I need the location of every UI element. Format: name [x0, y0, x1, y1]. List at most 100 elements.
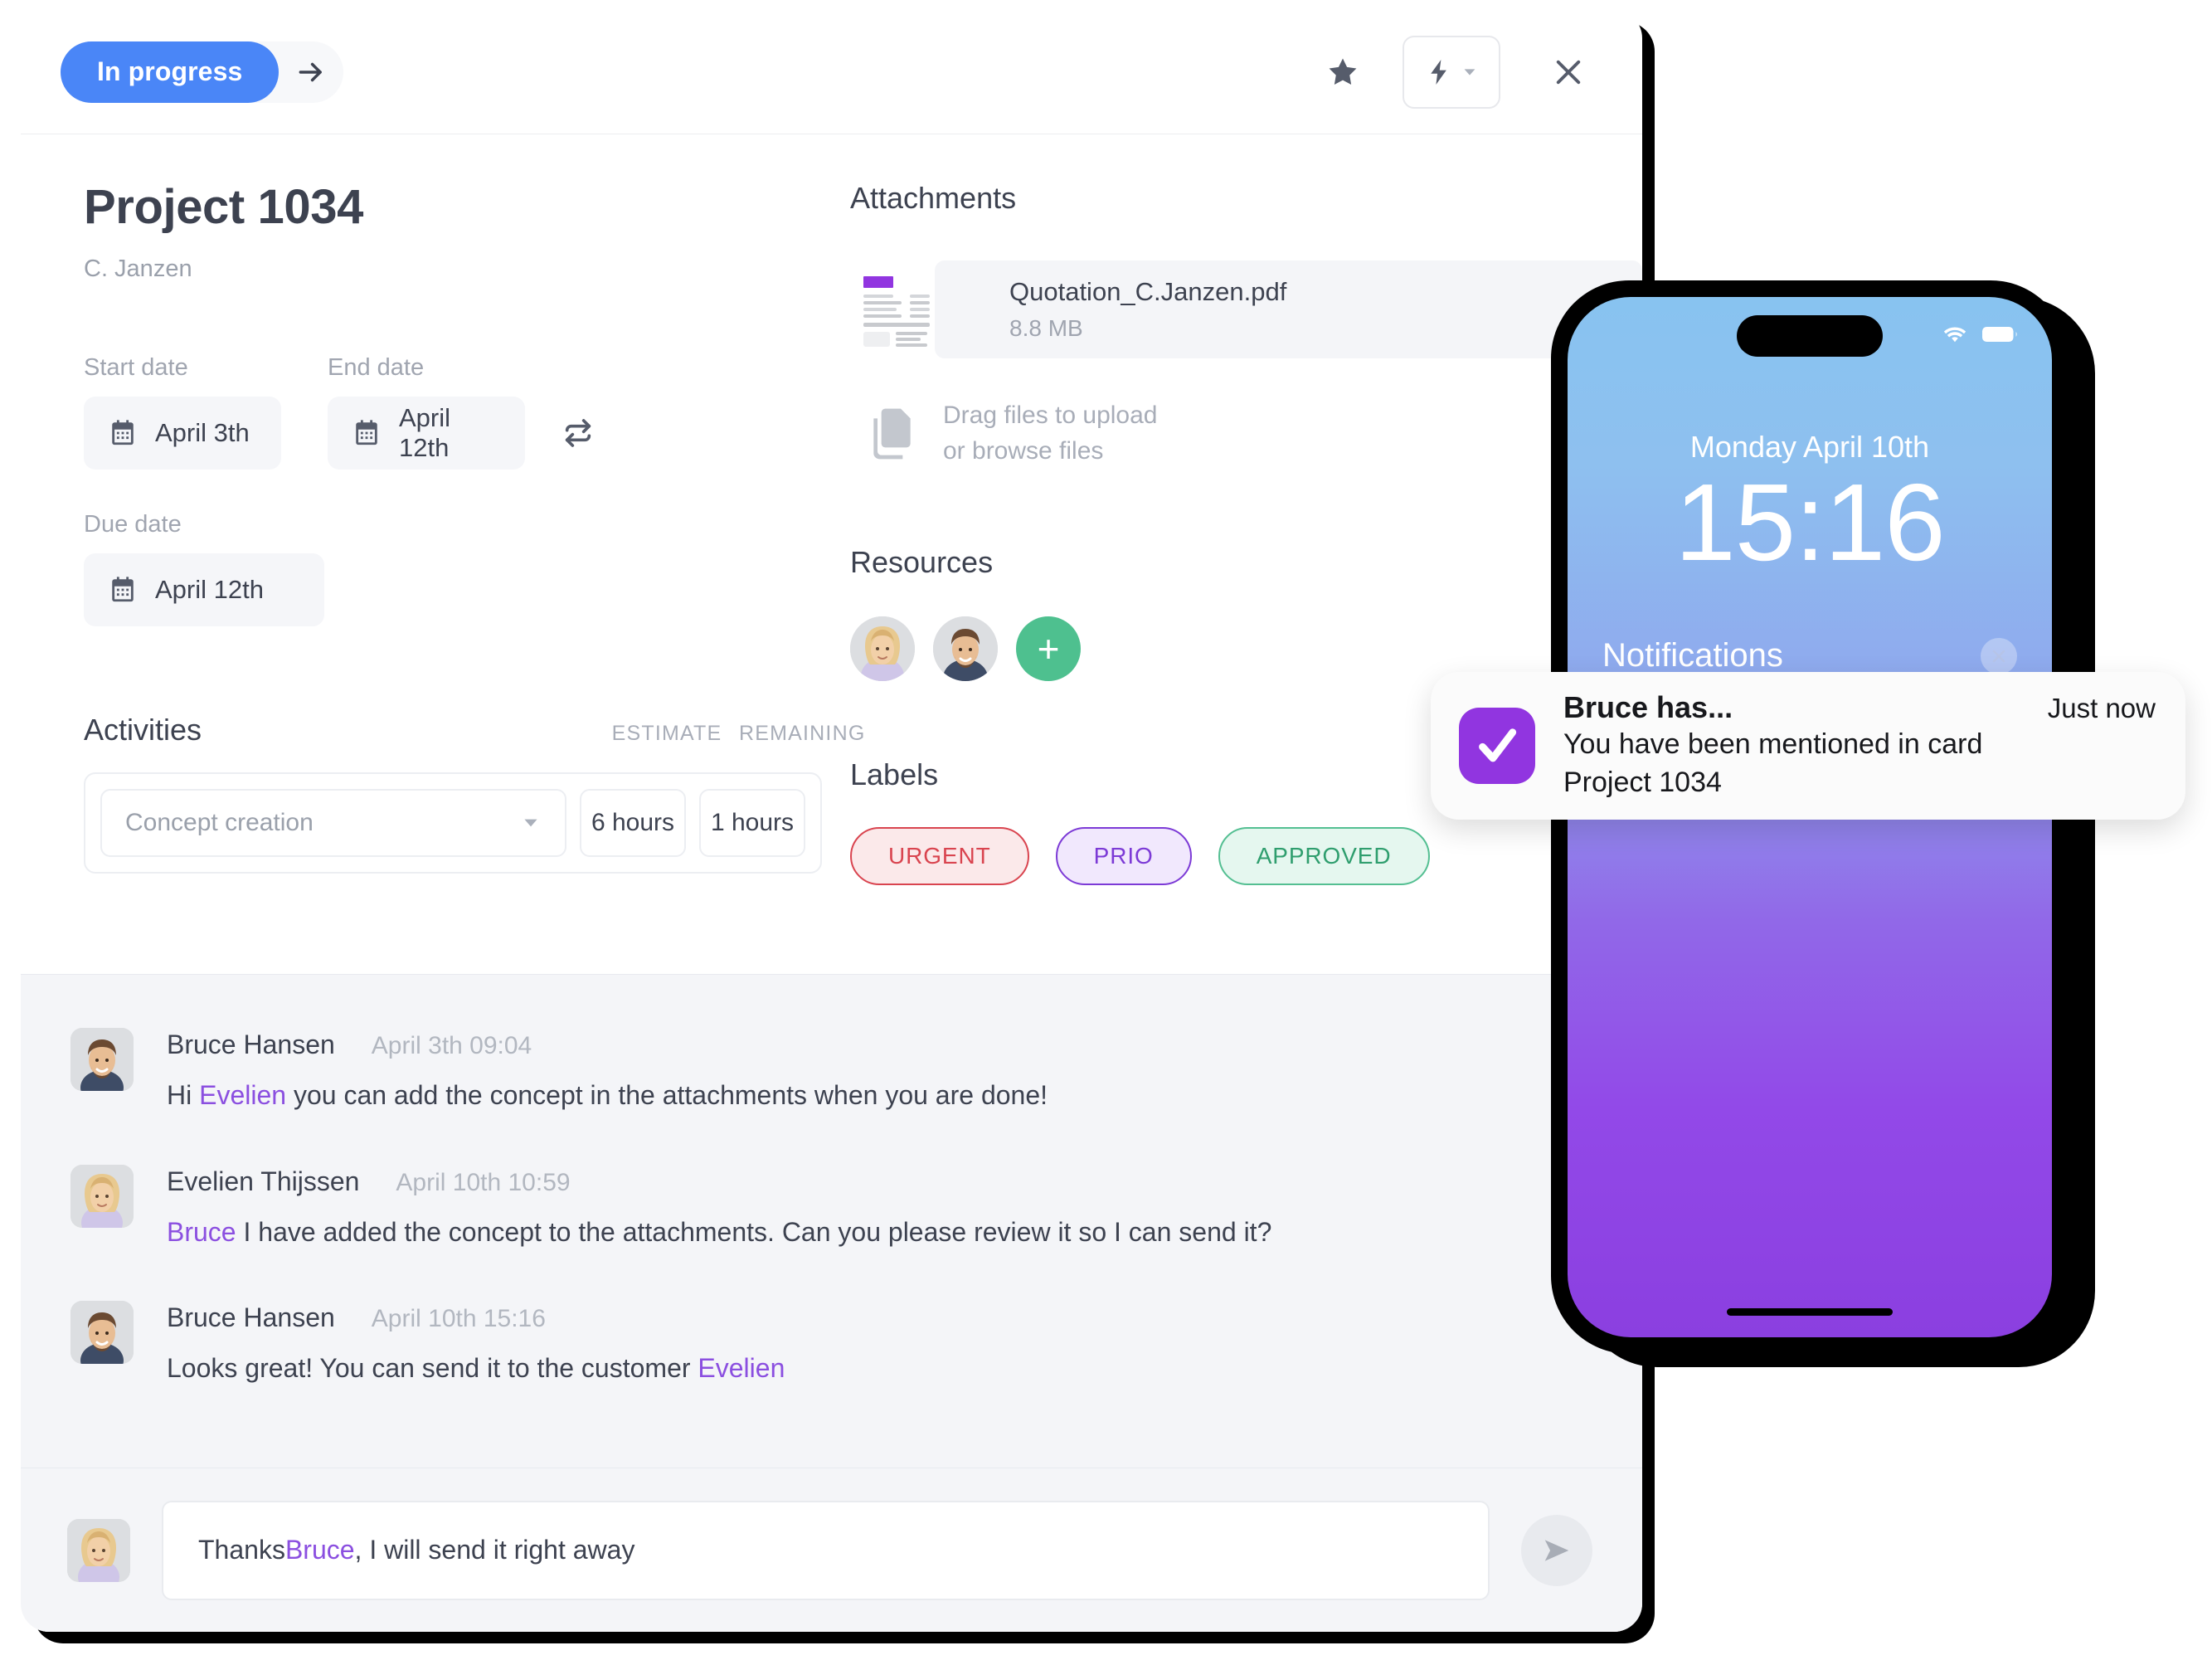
- avatar-bruce-image: [70, 1301, 134, 1365]
- activities-panel: Concept creation 6 hours 1 hours: [84, 772, 822, 874]
- comment-header: Bruce Hansen April 10th 15:16: [167, 1302, 1579, 1333]
- avatar-evelien-image: [67, 1518, 130, 1582]
- status-next-button[interactable]: [279, 41, 343, 103]
- avatar: [70, 1028, 134, 1091]
- notification-toast[interactable]: Bruce has... Just now You have been ment…: [1431, 672, 2185, 820]
- file-dropzone[interactable]: Drag files to upload or browse files: [850, 398, 1642, 469]
- comments-list: Bruce Hansen April 3th 09:04 Hi Evelien …: [21, 974, 1642, 1468]
- avatar: [67, 1518, 130, 1582]
- card-right-column: Attachments Quotation_C.Janzen.pdf 8.8 M…: [850, 181, 1642, 974]
- due-date-field[interactable]: April 12th: [84, 553, 324, 626]
- attachment-file-name: Quotation_C.Janzen.pdf: [1009, 277, 1287, 306]
- label-chip-prio[interactable]: PRIO: [1055, 827, 1192, 886]
- lightning-bolt-icon: [1431, 59, 1446, 85]
- close-icon: [1992, 650, 2005, 662]
- mention-link[interactable]: Bruce: [285, 1535, 355, 1565]
- activity-select[interactable]: Concept creation: [100, 788, 566, 857]
- avatar[interactable]: [933, 616, 998, 682]
- toast-content: Bruce has... Just now You have been ment…: [1563, 690, 2156, 801]
- swap-dates-button[interactable]: [553, 397, 603, 470]
- due-date-value: April 12th: [155, 574, 264, 604]
- page-title: Project 1034: [84, 180, 363, 234]
- calendar-icon: [112, 577, 134, 601]
- card-toolbar: In progress: [21, 10, 1642, 134]
- swap-arrows-icon: [565, 418, 591, 447]
- start-date-field[interactable]: April 3th: [84, 396, 281, 470]
- pdf-thumbnail-icon: [863, 276, 930, 347]
- activity-name: Concept creation: [125, 808, 314, 836]
- chevron-down-icon: [524, 819, 537, 827]
- status-button[interactable]: In progress: [61, 41, 280, 103]
- notifications-label: Notifications: [1602, 637, 1783, 674]
- favorite-button[interactable]: [1306, 36, 1379, 109]
- comment-header: Evelien Thijssen April 10th 10:59: [167, 1166, 1579, 1197]
- avatar-evelien-image: [70, 1164, 134, 1228]
- checkmark-icon: [1479, 728, 1517, 762]
- comment-input-post: , I will send it right away: [354, 1535, 635, 1565]
- quick-action-button[interactable]: [1403, 35, 1500, 109]
- dropzone-line-2: or browse files: [943, 436, 1104, 465]
- phone-status-bar: [1941, 324, 2019, 345]
- status-toggle-group[interactable]: In progress: [61, 41, 344, 103]
- start-date-group: Start date April 3th: [84, 354, 281, 470]
- wifi-icon: [1943, 327, 1966, 343]
- send-comment-button[interactable]: [1521, 1514, 1592, 1586]
- comment-text-pre: Hi: [167, 1080, 200, 1110]
- screenshot-root: In progress Project 1034 C. Janzen Start…: [0, 0, 2212, 1660]
- avatar-bruce-image: [933, 616, 998, 682]
- comment-text: Bruce I have added the concept to the at…: [167, 1215, 1579, 1250]
- attachment-item[interactable]: Quotation_C.Janzen.pdf 8.8 MB: [850, 260, 1642, 358]
- close-card-button[interactable]: [1532, 36, 1605, 109]
- comment-body: Bruce Hansen April 3th 09:04 Hi Evelien …: [167, 1028, 1579, 1113]
- phone-notifications-header: Notifications: [1602, 637, 2017, 674]
- activity-estimate-field[interactable]: 6 hours: [580, 788, 686, 857]
- end-date-value: April 12th: [399, 402, 451, 462]
- comment-text: Hi Evelien you can add the concept in th…: [167, 1078, 1579, 1113]
- battery-icon: [1982, 327, 2017, 342]
- avatar-bruce-image: [70, 1028, 134, 1091]
- end-date-label: End date: [328, 353, 425, 381]
- toast-message-line-2: Project 1034: [1563, 767, 1722, 798]
- end-date-field[interactable]: April 12th: [328, 396, 525, 470]
- toast-timestamp: Just now: [2047, 693, 2156, 724]
- calendar-icon: [112, 420, 134, 445]
- activities-header: Activities ESTIMATE REMAINING: [84, 713, 866, 747]
- project-customer: C. Janzen: [84, 255, 192, 282]
- avatar: [70, 1301, 134, 1365]
- toolbar-actions: [1306, 35, 1605, 109]
- project-detail-card: In progress Project 1034 C. Janzen Start…: [21, 10, 1642, 1632]
- add-resource-label: +: [1037, 627, 1060, 671]
- start-date-label: Start date: [84, 353, 188, 381]
- mention-link[interactable]: Evelien: [698, 1353, 785, 1383]
- label-chip-approved[interactable]: APPROVED: [1218, 827, 1430, 886]
- column-header-estimate: ESTIMATE: [611, 721, 722, 745]
- card-body: Project 1034 C. Janzen Start date April …: [21, 134, 1642, 974]
- attachment-meta[interactable]: Quotation_C.Janzen.pdf 8.8 MB: [935, 260, 1642, 358]
- end-date-group: End date April 12th: [328, 354, 525, 470]
- label-chip-urgent[interactable]: URGENT: [850, 827, 1029, 886]
- avatar-evelien-image: [850, 616, 915, 682]
- comment-text-post: you can add the concept in the attachmen…: [286, 1080, 1048, 1110]
- activities-columns: ESTIMATE REMAINING: [608, 721, 866, 746]
- dynamic-island: [1737, 315, 1883, 357]
- column-header-remaining: REMAINING: [739, 721, 866, 745]
- add-resource-button[interactable]: +: [1016, 616, 1081, 682]
- activity-remaining-field[interactable]: 1 hours: [699, 788, 805, 857]
- mention-link[interactable]: Evelien: [199, 1080, 286, 1110]
- comment-input[interactable]: Thanks Bruce, I will send it right away: [162, 1500, 1490, 1600]
- home-indicator: [1727, 1308, 1893, 1316]
- mention-link[interactable]: Bruce: [167, 1217, 236, 1247]
- toast-title: Bruce has...: [1563, 690, 1733, 725]
- avatar[interactable]: [850, 616, 915, 682]
- comment-timestamp: April 10th 15:16: [371, 1305, 546, 1333]
- comment-composer: Thanks Bruce, I will send it right away: [21, 1468, 1642, 1632]
- comment-author: Evelien Thijssen: [167, 1166, 360, 1196]
- start-date-value: April 3th: [155, 417, 250, 447]
- resources-title: Resources: [850, 545, 994, 580]
- clear-notifications-button[interactable]: [1981, 637, 2017, 674]
- comment-body: Bruce Hansen April 10th 15:16 Looks grea…: [167, 1301, 1579, 1386]
- due-date-label: Due date: [84, 510, 182, 538]
- attachment-file-size: 8.8 MB: [1009, 315, 1083, 341]
- comment-text-pre: Looks great! You can send it to the cust…: [167, 1353, 698, 1384]
- calendar-icon: [356, 420, 377, 445]
